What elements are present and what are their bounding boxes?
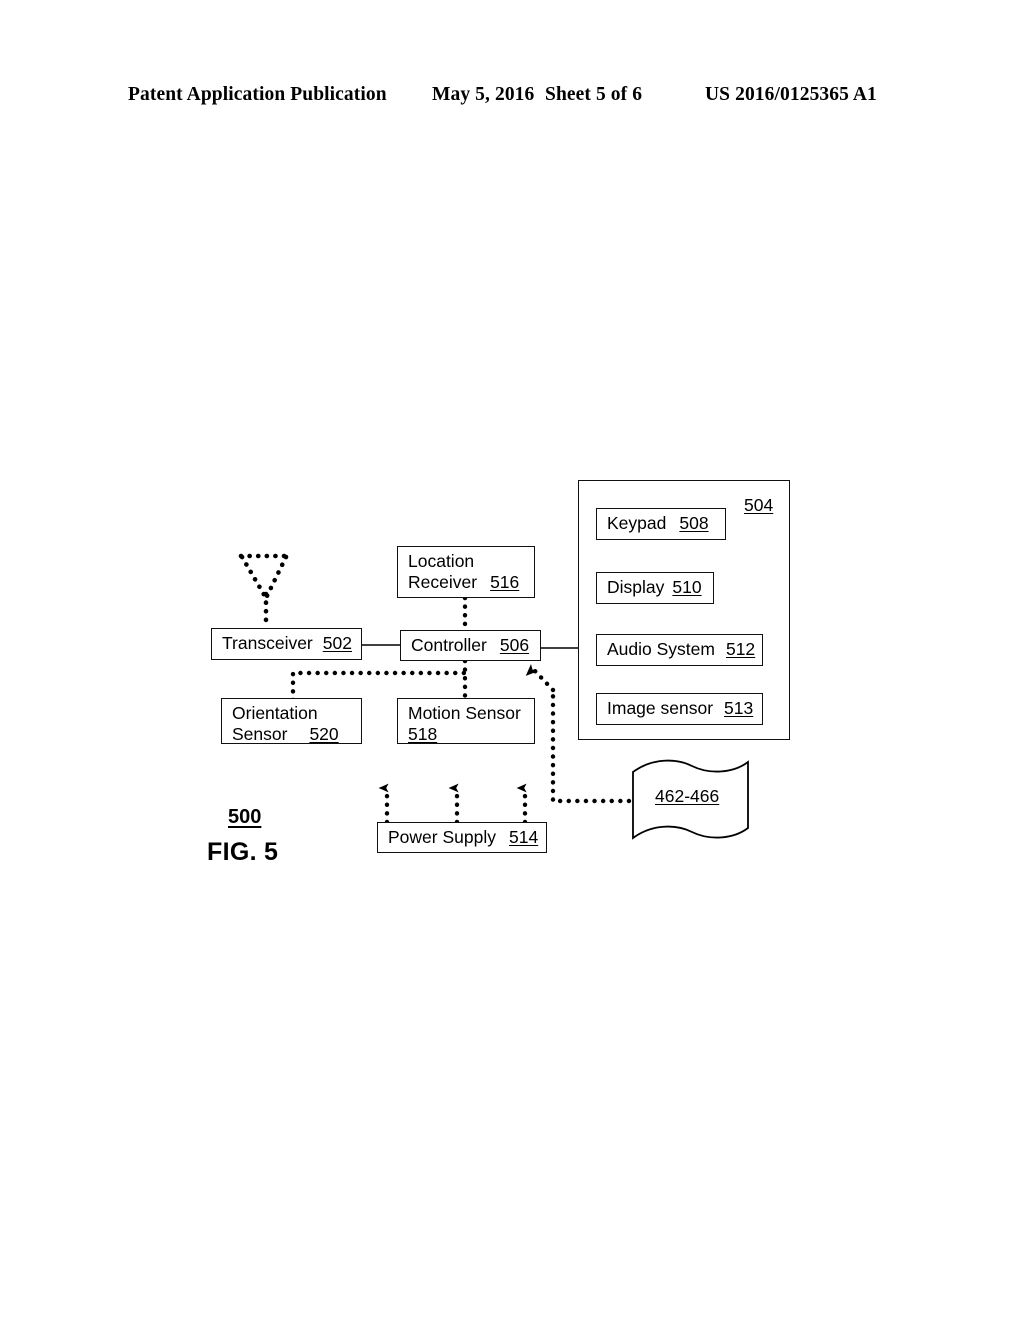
block-keypad-label: Keypad <box>607 513 667 534</box>
block-controller-ref: 506 <box>499 634 530 655</box>
power-supply-arrows <box>378 783 528 825</box>
block-location-receiver-ref: 516 <box>490 572 520 593</box>
link-orientation-sensor-controller <box>290 670 468 703</box>
block-orientation-sensor[interactable]: Orientation Sensor 520 <box>221 698 362 744</box>
block-audio-system[interactable]: Audio System 512 <box>596 634 763 666</box>
block-transceiver-ref: 502 <box>322 633 352 654</box>
block-orientation-sensor-ref: 520 <box>309 724 339 745</box>
block-orientation-sensor-label-line1: Orientation <box>232 703 318 723</box>
block-transceiver[interactable]: Transceiver 502 <box>211 628 362 660</box>
banner-ref-label: 462-466 <box>655 786 720 806</box>
block-location-receiver-label-line1: Location <box>408 551 475 571</box>
block-image-sensor-ref: 513 <box>724 698 754 719</box>
block-power-supply[interactable]: Power Supply 514 <box>377 822 547 853</box>
block-location-receiver[interactable]: Location Receiver 516 <box>397 546 535 598</box>
block-controller-label: Controller <box>411 634 487 655</box>
block-audio-system-ref: 512 <box>725 639 756 660</box>
block-motion-sensor-label-line1: Motion Sensor <box>408 703 521 723</box>
antenna-icon <box>238 553 290 631</box>
block-transceiver-label: Transceiver <box>222 633 313 654</box>
block-location-receiver-label-line2: Receiver <box>408 572 478 593</box>
block-image-sensor[interactable]: Image sensor 513 <box>596 693 763 725</box>
figure-caption: FIG. 5 <box>207 838 279 866</box>
block-motion-sensor-ref: 518 <box>408 724 438 745</box>
block-keypad-ref: 508 <box>679 513 709 534</box>
block-power-supply-ref: 514 <box>508 826 539 847</box>
block-display[interactable]: Display 510 <box>596 572 714 604</box>
block-display-label: Display <box>607 577 665 598</box>
link-banner-controller-arrow <box>525 664 556 693</box>
block-audio-system-label: Audio System <box>607 639 715 660</box>
figure-system-ref: 500 <box>228 806 262 828</box>
block-controller[interactable]: Controller 506 <box>400 630 541 661</box>
block-power-supply-label: Power Supply <box>388 826 496 847</box>
block-motion-sensor[interactable]: Motion Sensor 518 <box>397 698 535 744</box>
block-image-sensor-label: Image sensor <box>607 698 714 719</box>
container-504-ref: 504 <box>744 495 774 515</box>
patent-figure-5: Transceiver 502 Controller 506 Location … <box>0 0 1024 1320</box>
block-display-ref: 510 <box>672 577 702 598</box>
block-keypad[interactable]: Keypad 508 <box>596 508 726 540</box>
block-orientation-sensor-label-line2: Sensor <box>232 724 288 745</box>
